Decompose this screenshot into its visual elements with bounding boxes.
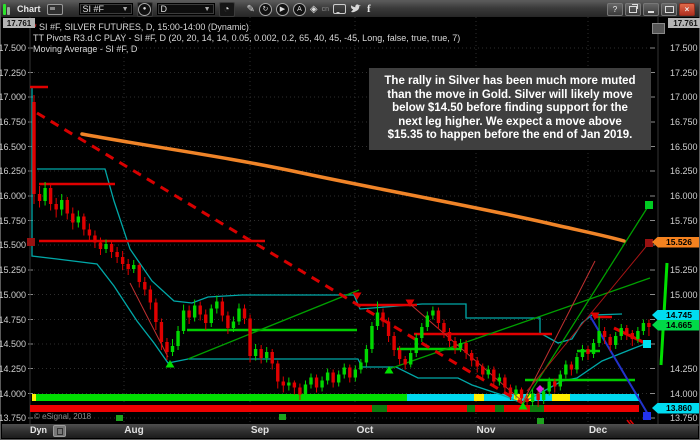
price-tick-label: 15.000	[670, 290, 698, 300]
price-tick-label: 15.250	[0, 265, 26, 275]
interval-combo[interactable]: D ▼	[157, 3, 215, 15]
price-tick-label: 13.750	[0, 413, 26, 423]
active-indicator-icon	[3, 4, 6, 15]
eraser-tool-icon[interactable]: ◈	[310, 4, 318, 15]
symbol-value: SI #F	[83, 4, 118, 14]
annotation-line: $15.35 to happen before the end of Jan 2…	[372, 129, 648, 143]
annotation-line: than the move in Gold. Silver will likel…	[372, 89, 648, 103]
analysis-annotation: The rally in Silver has been much more m…	[369, 68, 651, 150]
price-tick-label: 17.250	[0, 68, 26, 78]
chat-icon[interactable]	[333, 4, 346, 14]
price-tag: 13.860	[652, 403, 699, 414]
chart-window: Chart SI #F ▼ ● D ▼ ◔ ✎ ↻ ▶ A ◈ cn f ?	[0, 0, 700, 440]
price-tick-label: 16.000	[0, 191, 26, 201]
title-text: SI #F, SILVER FUTURES, D, 15:00-14:00 (D…	[37, 22, 249, 32]
title-bar: Chart SI #F ▼ ● D ▼ ◔ ✎ ↻ ▶ A ◈ cn f ?	[1, 1, 699, 17]
annotation-line: below $14.50 before finding support for …	[372, 102, 648, 116]
price-tick-label: 17.250	[670, 68, 698, 78]
price-tick-label: 15.750	[670, 216, 698, 226]
maximize-icon	[665, 6, 674, 13]
trendline-tool-icon[interactable]: ↻	[259, 3, 272, 16]
price-tick-label: 14.000	[0, 389, 26, 399]
month-label: Aug	[124, 425, 143, 436]
axis-top-price-right: 17.761	[668, 18, 700, 28]
price-tick-label: 16.750	[0, 117, 26, 127]
close-icon: ×	[685, 5, 690, 14]
annotate-tool-icon[interactable]: A	[293, 3, 306, 16]
help-button[interactable]: ?	[607, 3, 623, 16]
axis-top-price-left: 17.761	[3, 18, 35, 28]
lock-icon[interactable]	[53, 425, 66, 437]
symbol-search-button[interactable]: ●	[137, 2, 153, 17]
price-tick-label: 14.500	[0, 339, 26, 349]
clock-icon: ◔	[223, 4, 229, 15]
chart-mini-button[interactable]	[652, 23, 665, 34]
price-tick-label: 17.000	[0, 92, 26, 102]
time-axis-bar: Dyn Aug Sep Oct Nov Dec	[2, 424, 698, 438]
price-tick-label: 16.250	[0, 166, 26, 176]
window-link-icon[interactable]	[47, 4, 63, 15]
price-tag: 14.665	[652, 320, 699, 331]
study-line-pivots: TT Pivots R3.d.C PLAY - SI #F, D (20, 20…	[33, 33, 460, 43]
twitter-icon[interactable]	[350, 4, 363, 14]
price-tag: 15.526	[652, 237, 699, 248]
chevron-down-icon: ▼	[122, 6, 129, 13]
month-label: Nov	[477, 425, 496, 436]
minimize-button[interactable]	[643, 3, 659, 16]
restore-button[interactable]	[625, 3, 641, 16]
price-tick-label: 15.250	[670, 265, 698, 275]
replay-play-icon[interactable]: ▶	[276, 3, 289, 16]
price-tick-label: 14.250	[670, 364, 698, 374]
symbol-combo[interactable]: SI #F ▼	[79, 3, 133, 15]
price-tick-label: 16.000	[670, 191, 698, 201]
month-label: Dec	[589, 425, 607, 436]
misc-label: cn	[322, 6, 329, 13]
month-label: Oct	[357, 425, 374, 436]
facebook-icon[interactable]: f	[367, 3, 371, 15]
price-tick-label: 13.750	[670, 413, 698, 423]
price-tick-label: 15.750	[0, 216, 26, 226]
dyn-button[interactable]: Dyn	[30, 425, 47, 435]
time-template-button[interactable]: ◔	[219, 2, 235, 17]
draw-pencil-icon[interactable]: ✎	[247, 4, 255, 15]
price-tick-label: 16.500	[0, 142, 26, 152]
minimize-icon	[648, 11, 654, 13]
annotation-line: The rally in Silver has been much more m…	[372, 75, 648, 89]
annotation-line: next leg higher. We expect a move above	[372, 116, 648, 130]
price-tick-label: 17.500	[0, 43, 26, 53]
price-tick-label: 15.500	[0, 240, 26, 250]
price-tick-label: 15.000	[0, 290, 26, 300]
price-tick-label: 14.750	[0, 315, 26, 325]
maximize-button[interactable]	[661, 3, 677, 16]
price-tag: 14.745	[652, 310, 699, 321]
interval-value: D	[161, 4, 200, 14]
price-tick-label: 16.750	[670, 117, 698, 127]
price-tick-label: 17.000	[670, 92, 698, 102]
price-tick-label: 14.250	[0, 364, 26, 374]
price-tick-label: 16.250	[670, 166, 698, 176]
chart-area: * SI #F, SILVER FUTURES, D, 15:00-14:00 …	[2, 17, 698, 412]
chevron-down-icon: ▼	[204, 6, 211, 13]
copyright-label: © eSignal, 2018	[34, 412, 91, 421]
chart-title-line: * SI #F, SILVER FUTURES, D, 15:00-14:00 …	[33, 22, 249, 32]
price-tick-label: 17.500	[670, 43, 698, 53]
price-tick-label: 14.000	[670, 389, 698, 399]
restore-icon	[629, 6, 637, 13]
close-button[interactable]: ×	[679, 3, 695, 16]
study-line-ma: Moving Average - SI #F, D	[33, 44, 137, 54]
app-label: Chart	[17, 4, 41, 14]
help-label: ?	[613, 5, 617, 14]
month-label: Sep	[251, 425, 269, 436]
search-icon: ●	[138, 3, 151, 16]
active-indicator2-icon	[7, 7, 10, 15]
price-tick-label: 16.500	[670, 142, 698, 152]
